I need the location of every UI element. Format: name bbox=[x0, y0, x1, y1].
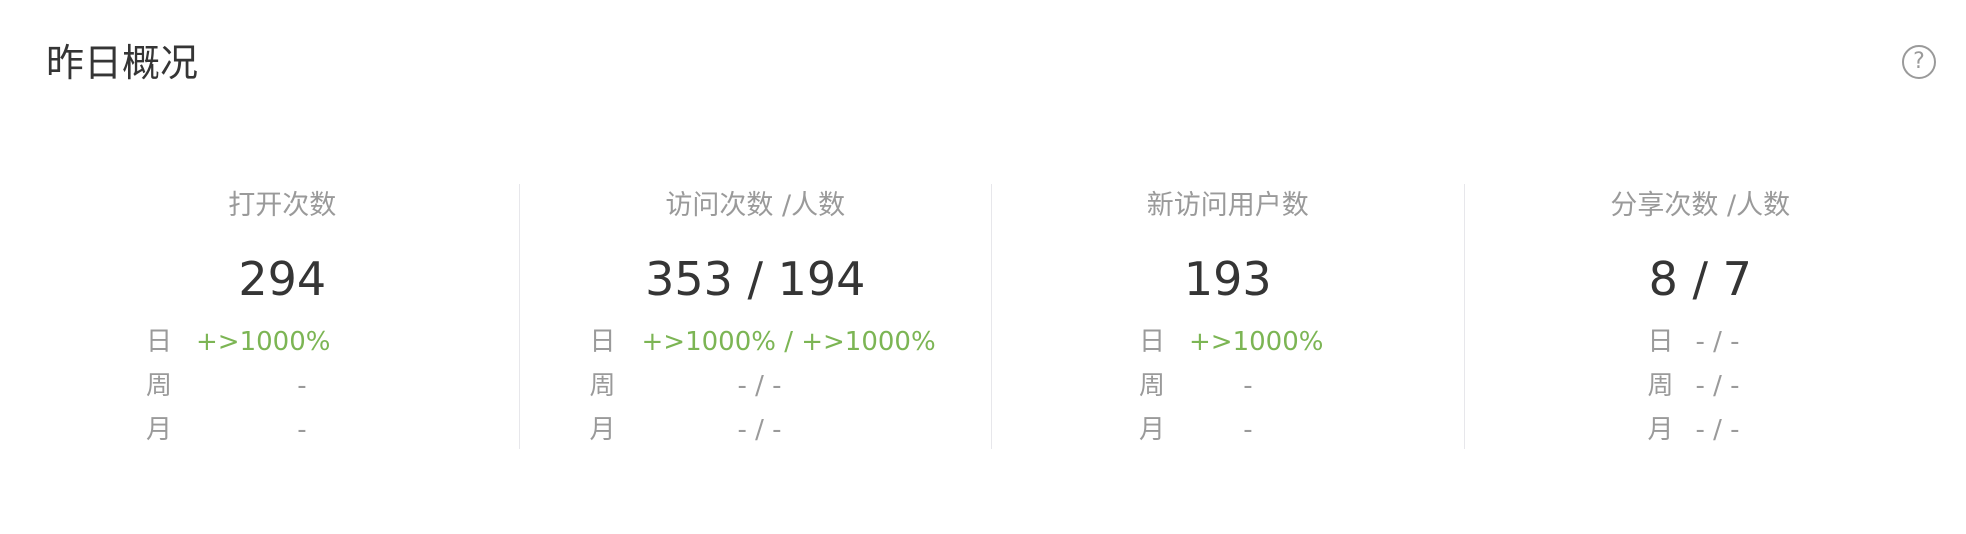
change-value: - / - bbox=[737, 371, 782, 401]
change-value: - bbox=[1243, 371, 1253, 401]
change-value: +>1000% / +>1000% bbox=[641, 327, 936, 357]
comparison-row-day: 日 +>1000% bbox=[46, 320, 519, 364]
change-value: - bbox=[1243, 415, 1253, 445]
period-label: 周 bbox=[1647, 371, 1674, 401]
change-value: - bbox=[297, 415, 307, 445]
comparison-row-week: 周 - / - bbox=[520, 364, 992, 408]
comparison-row-month: 月 - bbox=[992, 408, 1464, 452]
comparison-row-day: 日 +>1000% / +>1000% bbox=[520, 320, 992, 364]
change-value: - bbox=[297, 371, 307, 401]
period-label: 周 bbox=[589, 371, 616, 401]
metric-comparison-rows: 日 +>1000% 周 - 月 - bbox=[992, 320, 1464, 452]
metric-label: 新访问用户数 bbox=[1146, 190, 1309, 221]
metric-comparison-rows: 日 - / - 周 - / - 月 - / - bbox=[1465, 320, 1937, 452]
period-label: 日 bbox=[146, 327, 173, 357]
comparison-row-day: 日 - / - bbox=[1465, 320, 1937, 364]
metric-comparison-rows: 日 +>1000% / +>1000% 周 - / - 月 - / - bbox=[520, 320, 992, 452]
metric-card-opens: 打开次数 294 日 +>1000% 周 - 月 - bbox=[46, 184, 519, 449]
metric-comparison-rows: 日 +>1000% 周 - 月 - bbox=[46, 320, 519, 452]
metric-value: 8 / 7 bbox=[1648, 252, 1752, 306]
comparison-row-month: 月 - / - bbox=[1465, 408, 1937, 452]
comparison-row-week: 周 - / - bbox=[1465, 364, 1937, 408]
metric-value: 294 bbox=[238, 252, 327, 306]
panel-title: 昨日概况 bbox=[46, 41, 199, 85]
metric-label: 访问次数 /人数 bbox=[665, 190, 846, 221]
metric-value: 193 bbox=[1183, 252, 1272, 306]
help-icon[interactable]: ? bbox=[1902, 45, 1936, 79]
metric-card-shares: 分享次数 /人数 8 / 7 日 - / - 周 - / - 月 - / - bbox=[1463, 184, 1937, 452]
period-label: 月 bbox=[1647, 415, 1674, 445]
change-value: - / - bbox=[1695, 371, 1740, 401]
comparison-row-week: 周 - bbox=[46, 364, 519, 408]
change-value: - / - bbox=[1695, 327, 1740, 357]
metric-card-visits: 访问次数 /人数 353 / 194 日 +>1000% / +>1000% 周… bbox=[518, 184, 992, 452]
period-label: 月 bbox=[589, 415, 616, 445]
comparison-row-month: 月 - / - bbox=[520, 408, 992, 452]
change-value: - / - bbox=[1695, 415, 1740, 445]
metric-label: 打开次数 bbox=[228, 190, 337, 221]
metric-value: 353 / 194 bbox=[645, 252, 866, 306]
period-label: 日 bbox=[589, 327, 616, 357]
comparison-row-month: 月 - bbox=[46, 408, 519, 452]
period-label: 日 bbox=[1139, 327, 1166, 357]
metrics-row: 打开次数 294 日 +>1000% 周 - 月 - 访问次数 /人数 353 … bbox=[46, 184, 1936, 449]
comparison-row-week: 周 - bbox=[992, 364, 1464, 408]
metric-card-new-users: 新访问用户数 193 日 +>1000% 周 - 月 - bbox=[991, 184, 1464, 449]
comparison-row-day: 日 +>1000% bbox=[992, 320, 1464, 364]
change-value: - / - bbox=[737, 415, 782, 445]
metric-label: 分享次数 /人数 bbox=[1610, 190, 1791, 221]
change-value: +>1000% bbox=[1189, 327, 1324, 357]
period-label: 日 bbox=[1647, 327, 1674, 357]
change-value: +>1000% bbox=[196, 327, 331, 357]
